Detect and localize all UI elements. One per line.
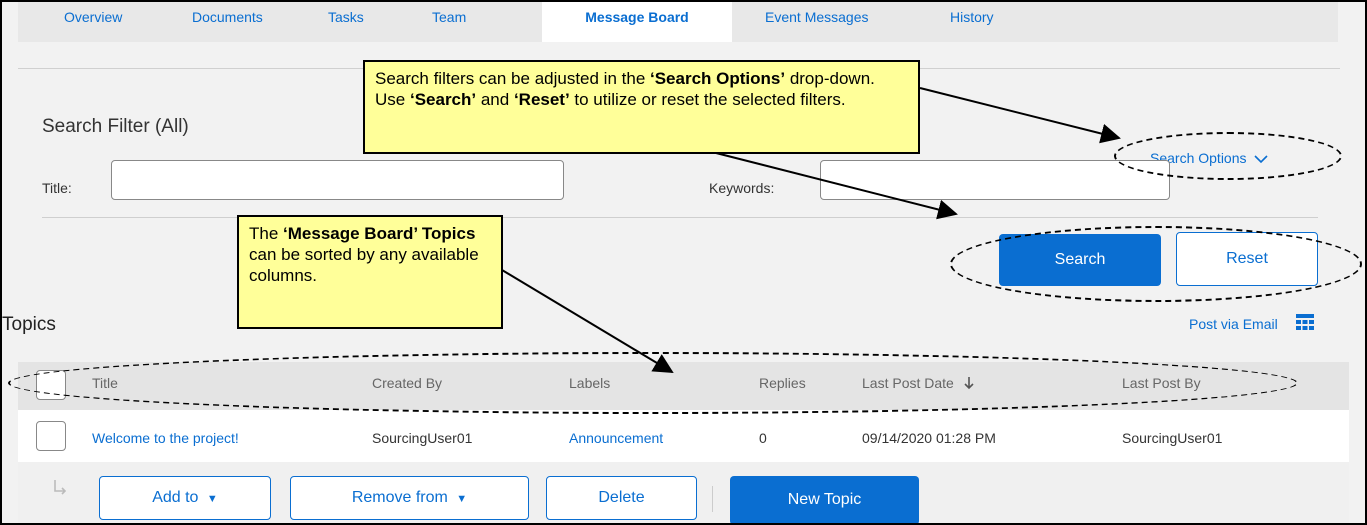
callout-bold-text: ‘Message Board’ Topics <box>283 224 476 243</box>
callout-text: and <box>476 90 514 109</box>
callout-text: can be sorted by any available columns. <box>249 245 479 285</box>
callout-text: The <box>249 224 284 243</box>
screenshot-frame: Overview Documents Tasks Team Message Bo… <box>0 0 1367 525</box>
callout-topics-sort: The ‘Message Board’ Topics can be sorted… <box>237 215 503 329</box>
callout-bold-text: ‘Reset’ <box>513 90 570 109</box>
callout-bold-text: ‘Search Options’ <box>650 69 786 88</box>
callout-search-filters: Search filters can be adjusted in the ‘S… <box>363 60 920 154</box>
callout-text: to utilize or reset the selected filters… <box>569 90 846 109</box>
callout-bold-text: ‘Search’ <box>409 90 477 109</box>
callout-text: Search filters can be adjusted in the <box>375 69 650 88</box>
